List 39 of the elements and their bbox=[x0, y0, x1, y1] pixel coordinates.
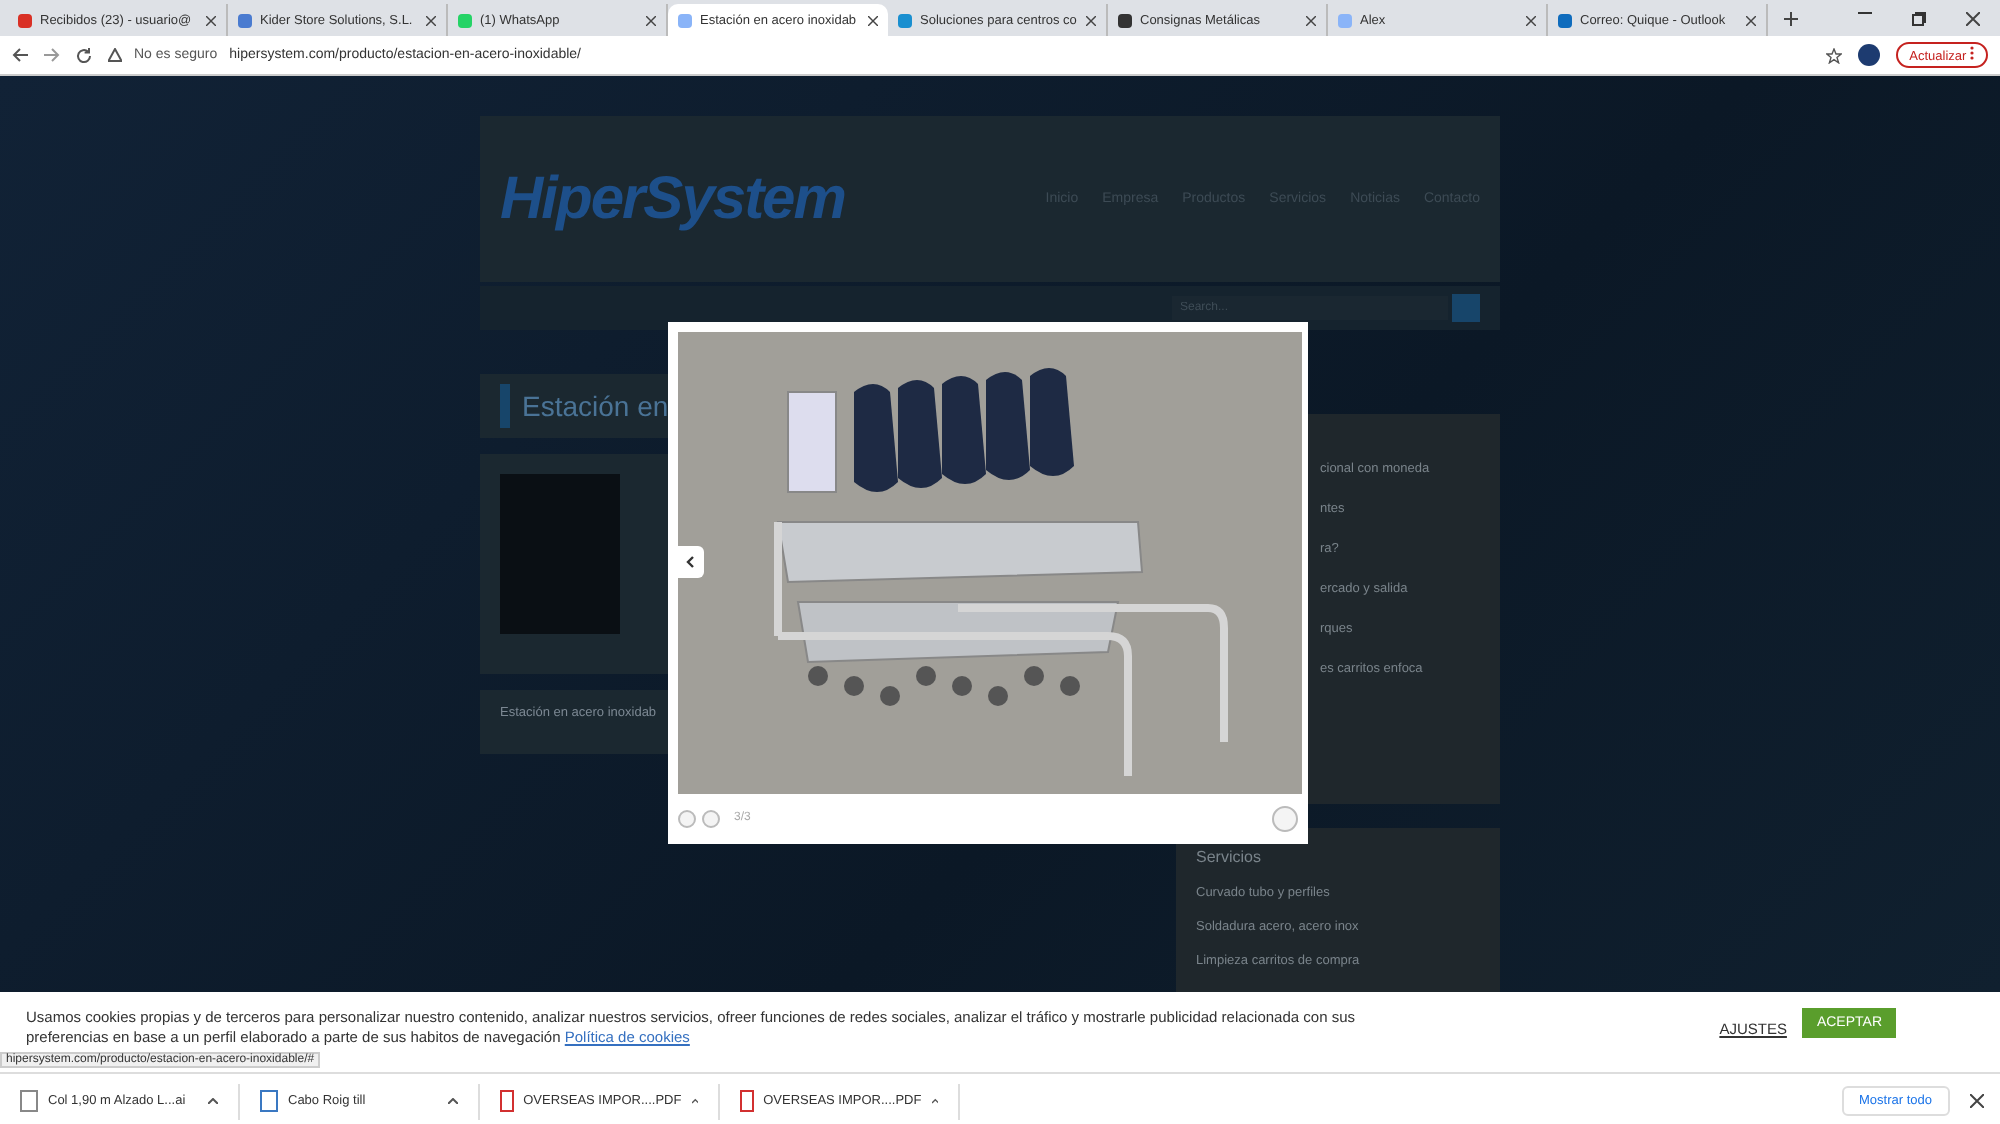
warning-icon[interactable] bbox=[108, 48, 122, 62]
close-icon[interactable] bbox=[1970, 1094, 1984, 1108]
file-icon bbox=[740, 1090, 754, 1112]
restore-icon[interactable] bbox=[1912, 11, 1926, 25]
favicon-icon bbox=[18, 13, 32, 27]
title-marker bbox=[500, 384, 510, 428]
favicon-icon bbox=[1558, 13, 1572, 27]
favicon-icon bbox=[1118, 13, 1132, 27]
chevron-up-icon[interactable] bbox=[208, 1098, 218, 1104]
file-icon bbox=[500, 1090, 514, 1112]
chevron-left-icon[interactable] bbox=[686, 555, 694, 567]
favicon-icon bbox=[678, 13, 692, 27]
tab-close-icon[interactable] bbox=[426, 15, 436, 25]
favicon-icon bbox=[238, 13, 252, 27]
forward-icon[interactable] bbox=[44, 48, 60, 62]
star-icon[interactable] bbox=[1825, 47, 1842, 63]
tab-close-icon[interactable] bbox=[868, 15, 878, 25]
reload-icon[interactable] bbox=[76, 47, 92, 63]
file-icon bbox=[20, 1090, 38, 1112]
avatar-icon[interactable] bbox=[1857, 44, 1880, 66]
previous-button[interactable] bbox=[676, 546, 704, 578]
favicon-icon bbox=[1338, 13, 1352, 27]
minimize-icon[interactable] bbox=[1858, 11, 1872, 13]
tab-close-icon[interactable] bbox=[206, 15, 216, 25]
tab-close-icon[interactable] bbox=[646, 15, 656, 25]
chevron-up-icon[interactable] bbox=[691, 1098, 698, 1104]
tab-close-icon[interactable] bbox=[1746, 15, 1756, 25]
favicon-icon bbox=[458, 13, 472, 27]
page-title: Estación en bbox=[522, 390, 669, 422]
back-icon[interactable] bbox=[12, 48, 28, 62]
tab-close-icon[interactable] bbox=[1306, 15, 1316, 25]
chevron-up-icon[interactable] bbox=[448, 1098, 458, 1104]
close-icon[interactable] bbox=[1966, 11, 1980, 25]
file-icon bbox=[260, 1090, 278, 1112]
favicon-icon bbox=[898, 13, 912, 27]
section-title: Servicios bbox=[1196, 848, 1263, 866]
chevron-up-icon[interactable] bbox=[931, 1098, 938, 1104]
tab-close-icon[interactable] bbox=[1086, 15, 1096, 25]
tab-close-icon[interactable] bbox=[1526, 15, 1536, 25]
